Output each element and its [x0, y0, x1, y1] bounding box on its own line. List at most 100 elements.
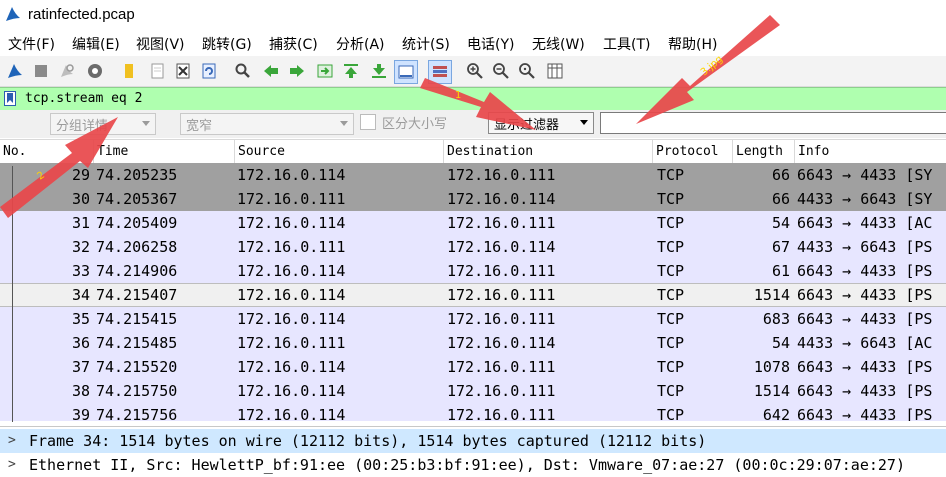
display-filter-input[interactable]: tcp.stream eq 2	[25, 91, 142, 106]
menu-view[interactable]: 视图(V)	[136, 34, 185, 54]
packet-row[interactable]: 33 74.214906 172.16.0.114 172.16.0.111 T…	[0, 259, 946, 283]
column-header-no[interactable]: No.	[0, 140, 94, 163]
cell-protocol: TCP	[657, 382, 685, 400]
packet-row[interactable]: 39 74.215756 172.16.0.114 172.16.0.111 T…	[0, 403, 946, 421]
cell-length: 1078	[753, 358, 790, 376]
case-sensitive-label: 区分大小写	[382, 117, 448, 132]
start-capture-icon[interactable]	[4, 60, 26, 82]
char-width-dropdown[interactable]: 宽窄	[180, 113, 354, 135]
colorize-icon[interactable]	[428, 60, 452, 84]
column-header-destination[interactable]: Destination	[443, 140, 652, 163]
cell-time: 74.215407	[96, 286, 178, 304]
go-forward-icon[interactable]	[286, 60, 308, 82]
display-filter-bar[interactable]: tcp.stream eq 2	[0, 87, 946, 111]
wireshark-fin-icon	[6, 7, 20, 21]
column-header-length[interactable]: Length	[732, 140, 794, 163]
detail-row-frame[interactable]: > Frame 34: 1514 bytes on wire (12112 bi…	[0, 429, 946, 453]
cell-info: 6643 → 4433 [PS	[797, 382, 933, 400]
close-file-icon[interactable]	[172, 60, 194, 82]
menu-wireless[interactable]: 无线(W)	[532, 34, 585, 54]
packet-row[interactable]: 36 74.215485 172.16.0.111 172.16.0.114 T…	[0, 331, 946, 355]
cell-no: 34	[71, 286, 90, 304]
chevron-right-icon[interactable]: >	[8, 453, 16, 477]
restart-capture-icon[interactable]	[56, 60, 78, 82]
column-header-protocol[interactable]: Protocol	[652, 140, 732, 163]
menu-analyze[interactable]: 分析(A)	[336, 34, 385, 54]
cell-length: 67	[771, 238, 790, 256]
cell-time: 74.214906	[96, 262, 178, 280]
stop-capture-icon[interactable]	[30, 60, 52, 82]
find-packet-icon[interactable]	[232, 60, 254, 82]
case-sensitive-checkbox[interactable]	[360, 114, 376, 130]
cell-no: 38	[71, 382, 90, 400]
cell-length: 683	[762, 310, 790, 328]
detail-text: Ethernet II, Src: HewlettP_bf:91:ee (00:…	[29, 456, 905, 474]
cell-protocol: TCP	[657, 190, 685, 208]
cell-source: 172.16.0.114	[237, 286, 346, 304]
go-first-icon[interactable]	[340, 60, 362, 82]
menu-telephony[interactable]: 电话(Y)	[467, 34, 514, 54]
cell-source: 172.16.0.114	[237, 358, 346, 376]
cell-time: 74.215756	[96, 406, 178, 421]
menu-help[interactable]: 帮助(H)	[668, 34, 717, 54]
packet-row[interactable]: 32 74.206258 172.16.0.111 172.16.0.114 T…	[0, 235, 946, 259]
zoom-out-icon[interactable]	[490, 60, 512, 82]
cell-info: 6643 → 4433 [PS	[797, 262, 933, 280]
go-to-packet-icon[interactable]	[314, 60, 336, 82]
conversation-bracket-line	[12, 166, 13, 422]
go-back-icon[interactable]	[260, 60, 282, 82]
packet-row[interactable]: 29 74.205235 172.16.0.114 172.16.0.111 T…	[0, 163, 946, 187]
column-header-info[interactable]: Info	[794, 140, 946, 163]
packet-row-selected[interactable]: 34 74.215407 172.16.0.114 172.16.0.111 T…	[0, 283, 946, 307]
cell-source: 172.16.0.114	[237, 166, 346, 184]
menu-tools[interactable]: 工具(T)	[603, 34, 650, 54]
packet-row[interactable]: 38 74.215750 172.16.0.114 172.16.0.111 T…	[0, 379, 946, 403]
cell-protocol: TCP	[657, 214, 685, 232]
open-file-icon[interactable]	[118, 60, 140, 82]
packet-row[interactable]: 35 74.215415 172.16.0.114 172.16.0.111 T…	[0, 307, 946, 331]
save-file-icon[interactable]	[146, 60, 168, 82]
menu-go[interactable]: 跳转(G)	[202, 34, 252, 54]
chevron-down-icon	[580, 120, 588, 125]
auto-scroll-icon[interactable]	[394, 60, 418, 84]
resize-columns-icon[interactable]	[544, 60, 566, 82]
go-last-icon[interactable]	[368, 60, 390, 82]
detail-row-ethernet[interactable]: > Ethernet II, Src: HewlettP_bf:91:ee (0…	[0, 453, 946, 477]
cell-length: 61	[771, 262, 790, 280]
packet-row[interactable]: 30 74.205367 172.16.0.111 172.16.0.114 T…	[0, 187, 946, 211]
menu-capture[interactable]: 捕获(C)	[269, 34, 318, 54]
search-in-dropdown[interactable]: 分组详情	[50, 113, 156, 135]
column-header-source[interactable]: Source	[234, 140, 443, 163]
packet-list-header: No. Time Source Destination Protocol Len…	[0, 139, 946, 164]
zoom-in-icon[interactable]	[464, 60, 486, 82]
cell-source: 172.16.0.114	[237, 406, 346, 421]
capture-options-icon[interactable]	[84, 60, 106, 82]
packet-row[interactable]: 37 74.215520 172.16.0.114 172.16.0.111 T…	[0, 355, 946, 379]
cell-info: 6643 → 4433 [PS	[797, 358, 933, 376]
chevron-right-icon[interactable]: >	[8, 429, 16, 453]
menu-edit[interactable]: 编辑(E)	[72, 34, 120, 54]
cell-info: 6643 → 4433 [PS	[797, 406, 933, 421]
menu-file[interactable]: 文件(F)	[8, 34, 55, 54]
cell-info: 6643 → 4433 [PS	[797, 286, 933, 304]
cell-info: 6643 → 4433 [SY	[797, 166, 933, 184]
cell-length: 66	[771, 166, 790, 184]
filter-bookmark-icon[interactable]	[4, 91, 16, 106]
search-type-dropdown[interactable]: 显示过滤器	[488, 112, 594, 134]
cell-no: 30	[71, 190, 90, 208]
cell-destination: 172.16.0.111	[447, 286, 556, 304]
column-header-time[interactable]: Time	[93, 140, 234, 163]
cell-protocol: TCP	[657, 262, 685, 280]
reload-file-icon[interactable]	[198, 60, 220, 82]
cell-protocol: TCP	[657, 406, 685, 421]
packet-row[interactable]: 31 74.205409 172.16.0.114 172.16.0.111 T…	[0, 211, 946, 235]
cell-time: 74.215520	[96, 358, 178, 376]
cell-info: 4433 → 6643 [SY	[797, 190, 933, 208]
cell-info: 4433 → 6643 [AC	[797, 334, 933, 352]
menu-bar: 文件(F) 编辑(E) 视图(V) 跳转(G) 捕获(C) 分析(A) 统计(S…	[0, 30, 946, 56]
menu-statistics[interactable]: 统计(S)	[402, 34, 450, 54]
search-value-input[interactable]	[600, 112, 946, 134]
cell-length: 1514	[753, 382, 790, 400]
cell-time: 74.215750	[96, 382, 178, 400]
normal-size-icon[interactable]	[516, 60, 538, 82]
